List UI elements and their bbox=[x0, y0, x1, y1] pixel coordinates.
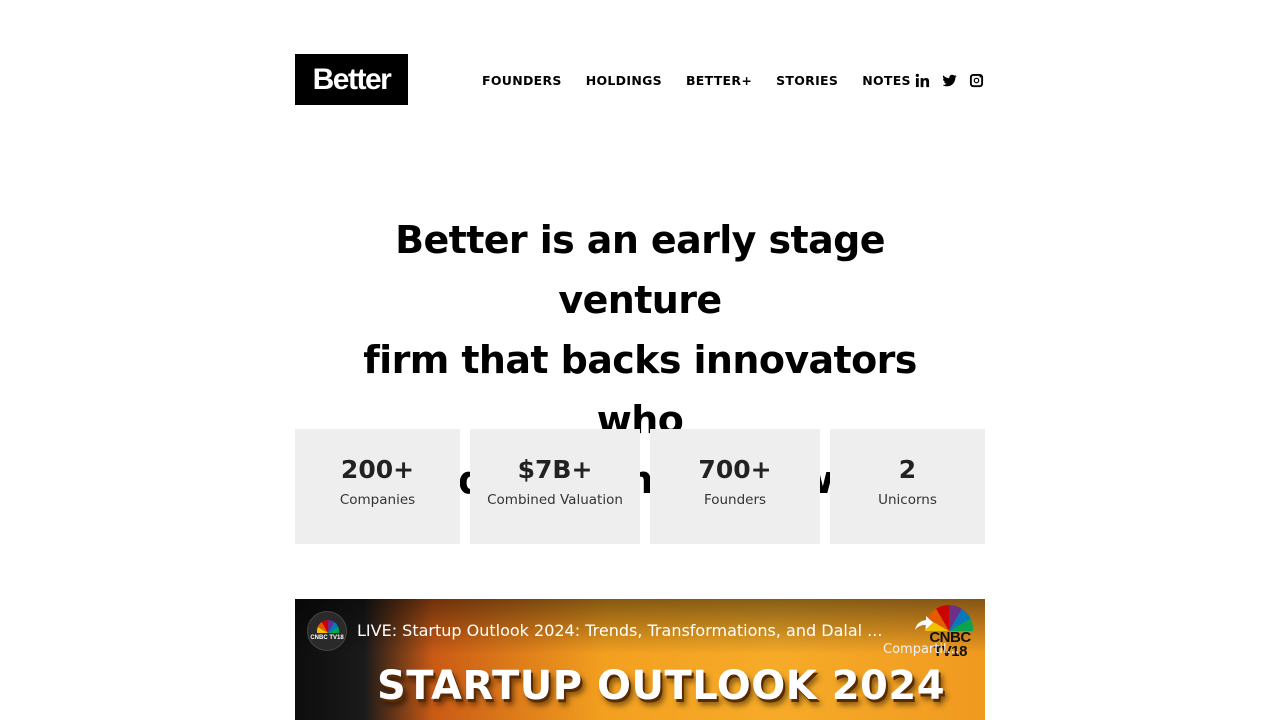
stat-value: 700+ bbox=[698, 455, 772, 484]
social-links bbox=[915, 72, 984, 88]
share-icon[interactable] bbox=[912, 611, 936, 635]
brand-logo[interactable]: Better bbox=[295, 54, 408, 105]
nav-better-plus[interactable]: BETTER+ bbox=[686, 73, 752, 88]
nav-founders[interactable]: FOUNDERS bbox=[482, 73, 562, 88]
stat-card-companies: 200+ Companies bbox=[295, 429, 460, 544]
share-label[interactable]: Compartil... bbox=[883, 642, 959, 657]
video-banner-text: STARTUP OUTLOOK 2024 bbox=[377, 663, 946, 709]
linkedin-icon[interactable] bbox=[915, 73, 930, 88]
hero-line-1: Better is an early stage venture bbox=[395, 218, 885, 322]
main-nav: FOUNDERS HOLDINGS BETTER+ STORIES NOTES bbox=[482, 72, 911, 88]
stat-card-unicorns: 2 Unicorns bbox=[830, 429, 985, 544]
nav-stories[interactable]: STORIES bbox=[776, 73, 838, 88]
stat-label: Unicorns bbox=[878, 492, 937, 508]
instagram-icon[interactable] bbox=[969, 73, 984, 88]
twitter-icon[interactable] bbox=[942, 73, 957, 88]
video-embed[interactable]: CNBC TV18 LIVE: Startup Outlook 2024: Tr… bbox=[295, 599, 985, 720]
stat-card-valuation: $7B+ Combined Valuation bbox=[470, 429, 640, 544]
stat-value: 200+ bbox=[340, 455, 415, 484]
stat-label: Founders bbox=[703, 492, 767, 508]
channel-logo-text: CNBC TV18 bbox=[310, 635, 344, 641]
nav-notes[interactable]: NOTES bbox=[862, 73, 911, 88]
channel-avatar[interactable]: CNBC TV18 bbox=[307, 611, 347, 651]
stat-card-founders: 700+ Founders bbox=[650, 429, 820, 544]
stat-label: Companies bbox=[339, 492, 416, 508]
stat-value: $7B+ bbox=[517, 455, 593, 484]
stat-label: Combined Valuation bbox=[487, 492, 623, 508]
peacock-icon bbox=[317, 620, 339, 633]
video-title[interactable]: LIVE: Startup Outlook 2024: Trends, Tran… bbox=[357, 621, 882, 640]
stat-value: 2 bbox=[898, 455, 917, 484]
nav-holdings[interactable]: HOLDINGS bbox=[586, 73, 662, 88]
hero-line-2: firm that backs innovators who bbox=[363, 338, 917, 442]
